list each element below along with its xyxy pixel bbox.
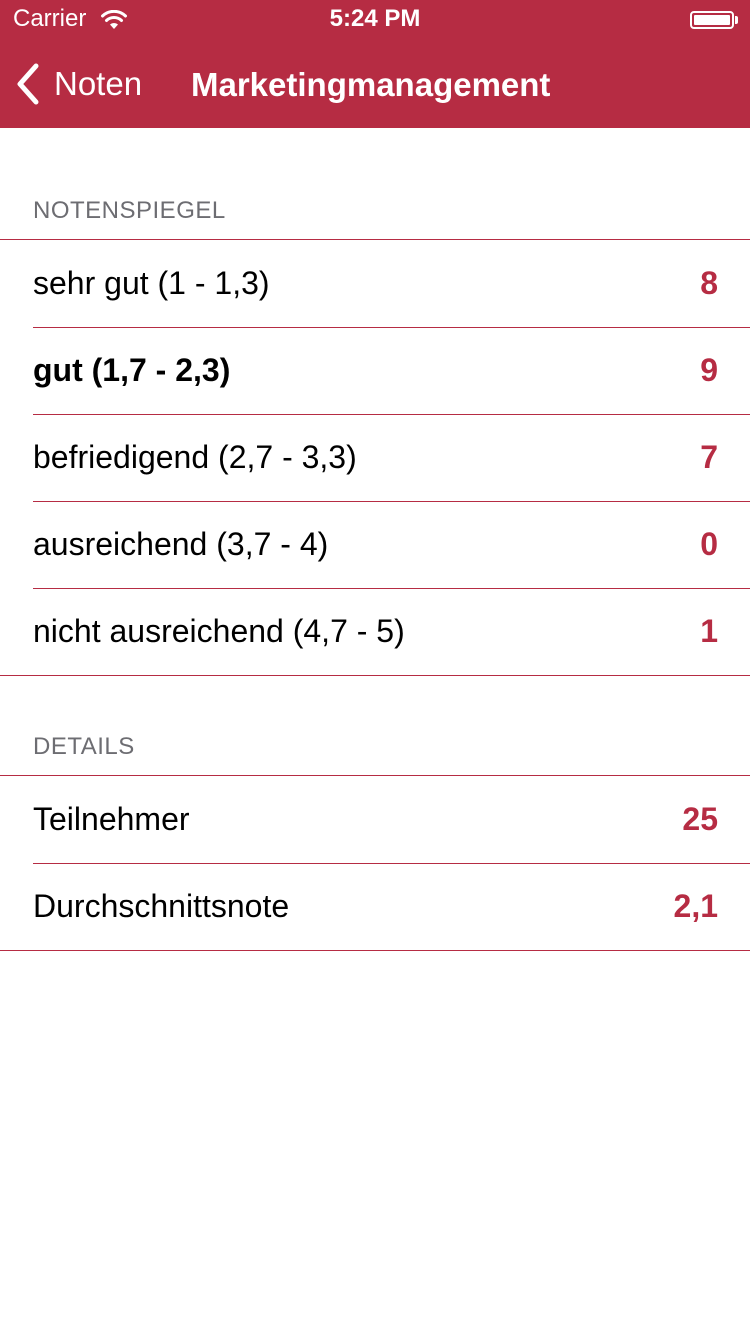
grade-label: ausreichend (3,7 - 4) (33, 526, 329, 562)
detail-label: Teilnehmer (33, 801, 190, 837)
battery-cap (735, 16, 738, 24)
table-row: nicht ausreichend (4,7 - 5) 1 (0, 588, 750, 675)
grade-count: 1 (700, 613, 718, 649)
grade-count: 9 (700, 352, 718, 388)
grade-count: 7 (700, 439, 718, 475)
table-row: sehr gut (1 - 1,3) 8 (0, 240, 750, 327)
grade-label: nicht ausreichend (4,7 - 5) (33, 613, 405, 649)
table-row: Durchschnittsnote 2,1 (0, 863, 750, 950)
grade-count: 0 (700, 526, 718, 562)
status-bar: Carrier 5:24 PM (0, 0, 750, 40)
detail-label: Durchschnittsnote (33, 888, 290, 924)
detail-value: 2,1 (673, 888, 718, 924)
back-button[interactable]: Noten (14, 60, 142, 108)
table-row: ausreichend (3,7 - 4) 0 (0, 501, 750, 588)
chevron-left-icon (17, 63, 39, 105)
grade-label: gut (1,7 - 2,3) (33, 352, 231, 388)
back-button-label: Noten (54, 65, 143, 102)
grade-label: sehr gut (1 - 1,3) (33, 265, 270, 301)
section-header-notenspiegel: NOTENSPIEGEL (33, 197, 226, 224)
table-row: gut (1,7 - 2,3) 9 (0, 327, 750, 414)
grade-label: befriedigend (2,7 - 3,3) (33, 439, 357, 475)
section-header-details: DETAILS (33, 733, 135, 760)
navigation-bar: Carrier 5:24 PM Noten Marketingmanagemen… (0, 0, 750, 128)
battery-level (694, 15, 730, 25)
page-title: Marketingmanagement (191, 66, 551, 103)
details-table: Teilnehmer 25 Durchschnittsnote 2,1 (0, 775, 750, 951)
table-row: Teilnehmer 25 (0, 776, 750, 863)
notenspiegel-table: sehr gut (1 - 1,3) 8 gut (1,7 - 2,3) 9 b… (0, 239, 750, 676)
battery-icon (690, 11, 734, 29)
table-row: befriedigend (2,7 - 3,3) 7 (0, 414, 750, 501)
status-time: 5:24 PM (329, 5, 421, 32)
grade-count: 8 (700, 265, 718, 301)
detail-value: 25 (682, 801, 718, 837)
